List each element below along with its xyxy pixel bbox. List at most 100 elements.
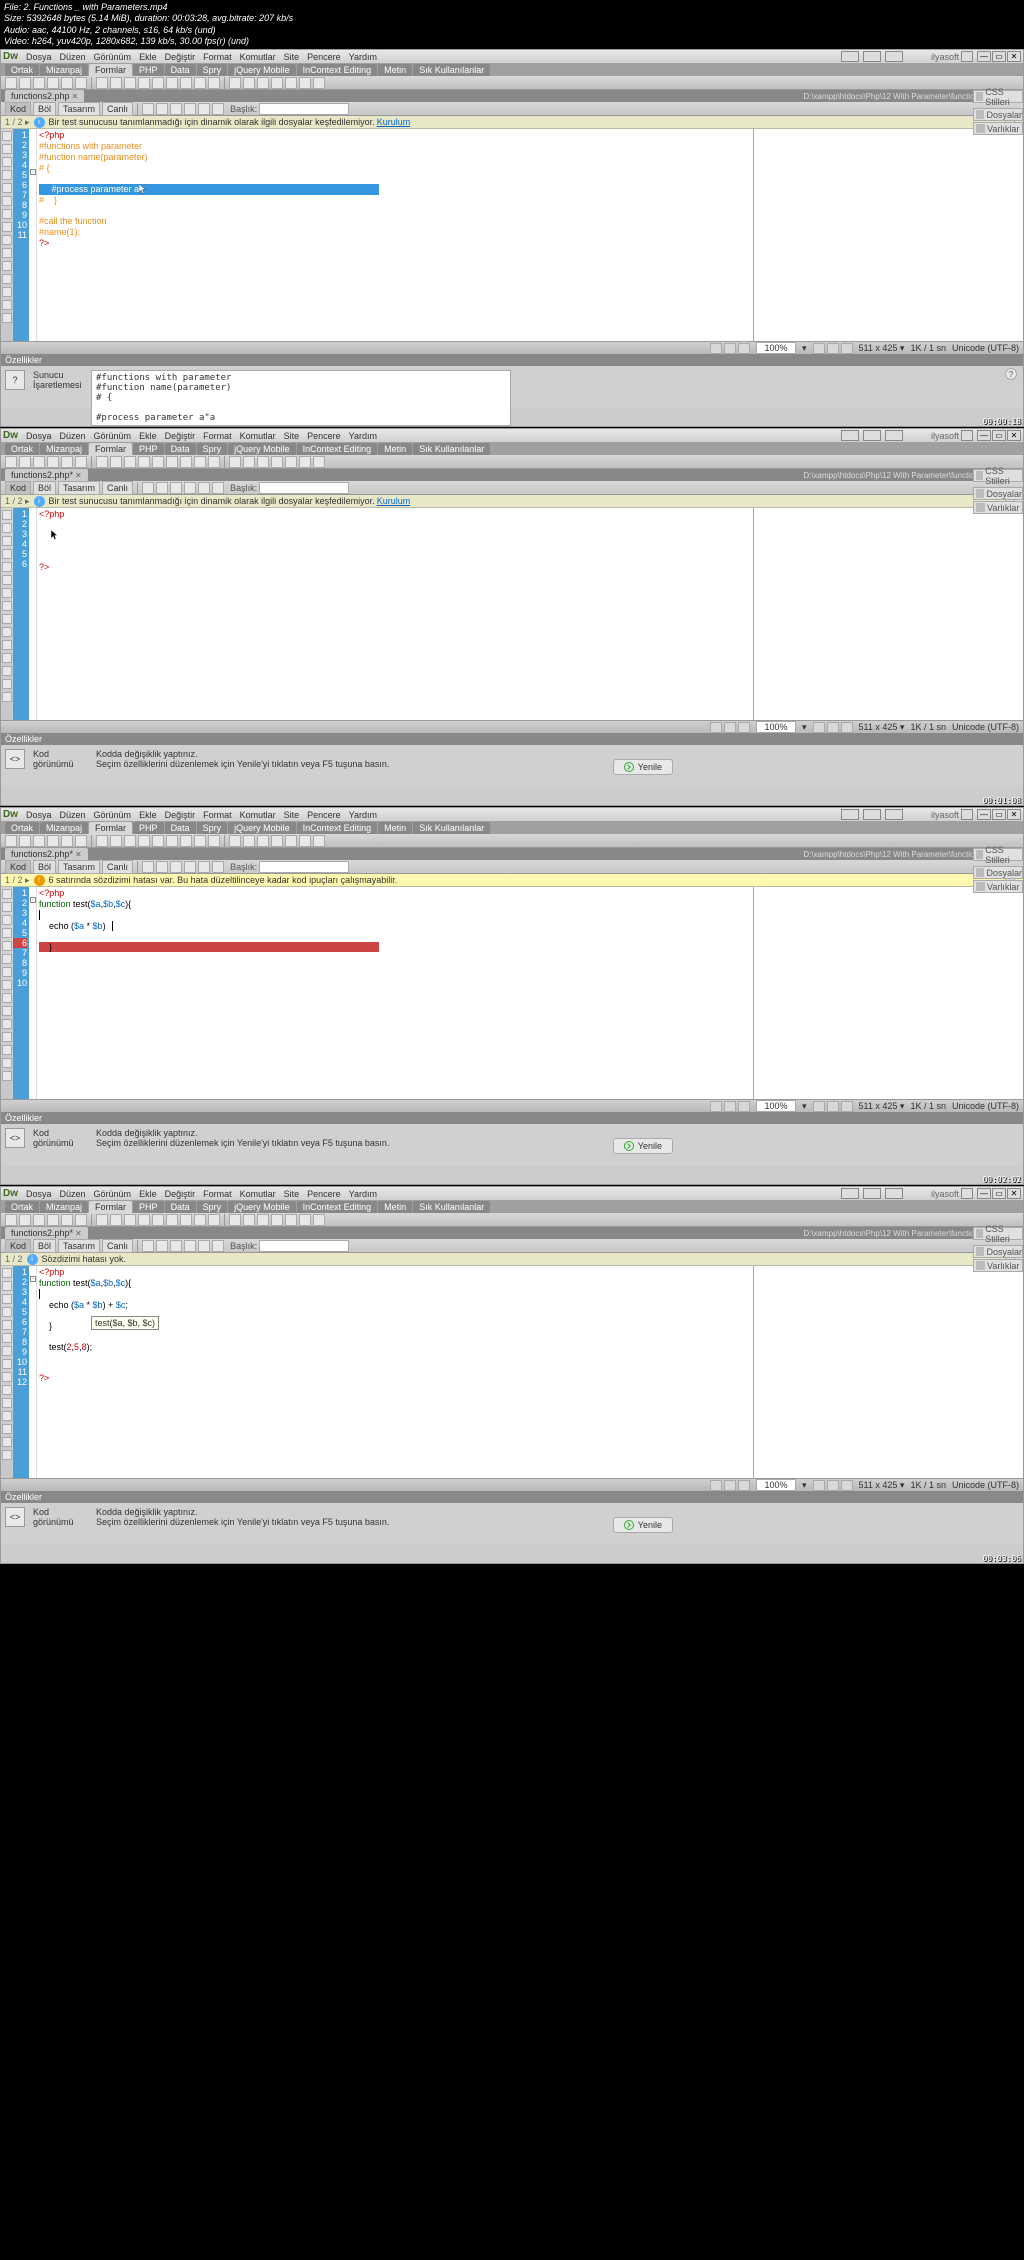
tab-jquery[interactable]: jQuery Mobile xyxy=(228,64,296,76)
toolbar-button[interactable] xyxy=(152,77,164,89)
properties-panel-header[interactable]: Özellikler xyxy=(1,354,1023,366)
sb-icon[interactable] xyxy=(813,343,825,354)
gutter-icon[interactable] xyxy=(2,131,12,141)
gutter-icon[interactable] xyxy=(2,300,12,310)
refresh-button[interactable]: Yenile xyxy=(613,759,673,775)
toolbar-button[interactable] xyxy=(271,77,283,89)
gutter-icon[interactable] xyxy=(2,235,12,245)
toolbar-button[interactable] xyxy=(75,77,87,89)
gutter-icon[interactable] xyxy=(2,261,12,271)
refresh-button[interactable]: Yenile xyxy=(613,1138,673,1154)
gutter-icon[interactable] xyxy=(2,183,12,193)
code-editor[interactable]: <?php function test($a,$b,$c){ echo ($a … xyxy=(37,1266,753,1478)
setup-link[interactable]: Kurulum xyxy=(377,117,411,127)
menu-file[interactable]: Dosya xyxy=(26,52,52,62)
sb-icon[interactable] xyxy=(724,343,736,354)
server-markup-content[interactable]: #functions with parameter #function name… xyxy=(91,370,511,426)
search-button[interactable] xyxy=(961,51,973,62)
sb-icon[interactable] xyxy=(738,343,750,354)
menu-insert[interactable]: Ekle xyxy=(139,52,157,62)
toolbar-button[interactable] xyxy=(19,77,31,89)
document-tab[interactable]: functions2.php✕ xyxy=(5,90,84,102)
toolbar-button[interactable] xyxy=(299,77,311,89)
toolbar-button[interactable] xyxy=(257,77,269,89)
tab-forms[interactable]: Formlar xyxy=(89,64,132,76)
menu-site[interactable]: Site xyxy=(284,52,300,62)
tab-close-icon[interactable]: ✕ xyxy=(72,92,79,101)
menu-commands[interactable]: Komutlar xyxy=(240,52,276,62)
toolbar-icon[interactable] xyxy=(170,103,182,115)
tab-text[interactable]: Metin xyxy=(378,64,412,76)
toolbar-button[interactable] xyxy=(124,77,136,89)
refresh-button[interactable]: Yenile xyxy=(613,1517,673,1533)
view-code[interactable]: Kod xyxy=(5,102,31,116)
toolbar-button[interactable] xyxy=(33,77,45,89)
toolbar-button[interactable] xyxy=(138,77,150,89)
layout-dropdown[interactable] xyxy=(841,51,859,62)
gutter-icon[interactable] xyxy=(2,274,12,284)
minimize-button[interactable]: — xyxy=(977,51,991,62)
toolbar-icon[interactable] xyxy=(212,103,224,115)
tab-data[interactable]: Data xyxy=(165,64,196,76)
close-button[interactable]: ✕ xyxy=(1007,51,1021,62)
notice-nav[interactable]: 1 / 2 ▸ xyxy=(5,117,30,128)
toolbar-button[interactable] xyxy=(243,77,255,89)
toolbar-button[interactable] xyxy=(285,77,297,89)
gutter-icon[interactable] xyxy=(2,287,12,297)
gutter-icon[interactable] xyxy=(2,170,12,180)
tab-php[interactable]: PHP xyxy=(133,64,164,76)
tab-common[interactable]: Ortak xyxy=(5,64,39,76)
tab-spry[interactable]: Spry xyxy=(197,64,228,76)
toolbar-icon[interactable] xyxy=(184,103,196,115)
help-icon[interactable]: ? xyxy=(1005,368,1017,380)
design-view[interactable] xyxy=(753,129,1023,341)
menu-format[interactable]: Format xyxy=(203,52,232,62)
sidebar-assets[interactable]: Varlıklar xyxy=(973,122,1023,135)
gutter-icon[interactable] xyxy=(2,222,12,232)
workspace-dropdown[interactable] xyxy=(885,51,903,62)
toolbar-button[interactable] xyxy=(313,77,325,89)
zoom-level[interactable]: 100% xyxy=(756,342,796,354)
code-editor[interactable]: <?php ?> xyxy=(37,508,753,720)
sidebar-files[interactable]: Dosyalar xyxy=(973,108,1023,121)
title-input[interactable] xyxy=(259,103,349,115)
tab-ice[interactable]: InContext Editing xyxy=(297,64,378,76)
toolbar-button[interactable] xyxy=(110,77,122,89)
code-editor[interactable]: <?php #functions with parameter #functio… xyxy=(37,129,753,341)
toolbar-icon[interactable] xyxy=(142,103,154,115)
toolbar-icon[interactable] xyxy=(198,103,210,115)
gutter-icon[interactable] xyxy=(2,157,12,167)
toolbar-button[interactable] xyxy=(180,77,192,89)
view-design[interactable]: Tasarım xyxy=(58,102,100,116)
gutter-icon[interactable] xyxy=(2,209,12,219)
gutter-icon[interactable] xyxy=(2,248,12,258)
toolbar-button[interactable] xyxy=(96,77,108,89)
maximize-button[interactable]: ▭ xyxy=(992,51,1006,62)
fold-minus-icon[interactable]: - xyxy=(30,169,36,175)
tab-fav[interactable]: Sık Kullanılanlar xyxy=(413,64,490,76)
menu-modify[interactable]: Değiştir xyxy=(165,52,196,62)
gutter-icon[interactable] xyxy=(2,144,12,154)
gutter-icon[interactable] xyxy=(2,196,12,206)
code-editor[interactable]: <?php function test($a,$b,$c){ echo ($a … xyxy=(37,887,753,1099)
sidebar-css[interactable]: CSS Stilleri xyxy=(973,90,1023,103)
gutter-icon[interactable] xyxy=(2,313,12,323)
sb-icon[interactable] xyxy=(841,343,853,354)
tab-layout[interactable]: Mizanpaj xyxy=(40,64,88,76)
extend-dropdown[interactable] xyxy=(863,51,881,62)
toolbar-icon[interactable] xyxy=(156,103,168,115)
toolbar-button[interactable] xyxy=(47,77,59,89)
menu-help[interactable]: Yardım xyxy=(349,52,377,62)
view-live[interactable]: Canlı xyxy=(102,102,133,116)
sb-icon[interactable] xyxy=(710,343,722,354)
toolbar-button[interactable] xyxy=(229,77,241,89)
toolbar-button[interactable] xyxy=(194,77,206,89)
view-split[interactable]: Böl xyxy=(33,102,56,116)
toolbar-button[interactable] xyxy=(208,77,220,89)
toolbar-button[interactable] xyxy=(61,77,73,89)
menu-view[interactable]: Görünüm xyxy=(94,52,132,62)
menu-edit[interactable]: Düzen xyxy=(60,52,86,62)
fold-minus-icon[interactable]: - xyxy=(30,897,36,903)
toolbar-button[interactable] xyxy=(5,77,17,89)
sb-icon[interactable] xyxy=(827,343,839,354)
